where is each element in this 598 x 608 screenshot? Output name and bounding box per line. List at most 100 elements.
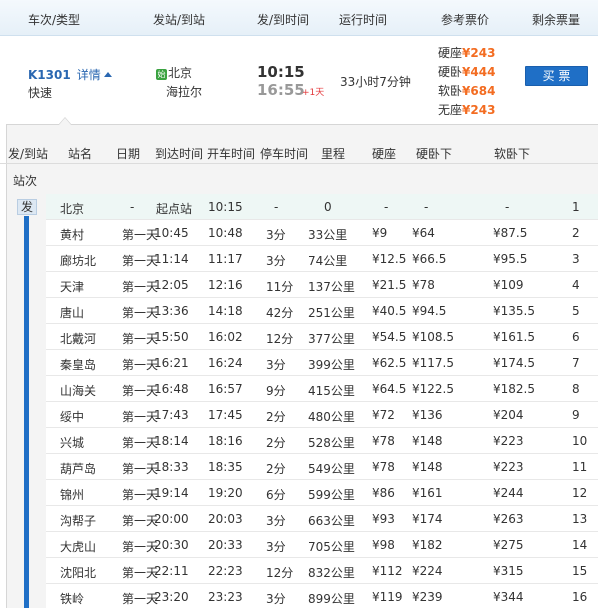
stop-date: 第一天	[122, 384, 159, 398]
to-station: 海拉尔	[166, 85, 203, 99]
detail-link[interactable]: 详情	[77, 68, 101, 82]
stops-header-dep-arr: 发/到站	[8, 147, 49, 161]
soft-sleeper-price: ¥315	[493, 564, 524, 578]
hard-sleeper-price: -	[424, 200, 429, 214]
mileage: 377公里	[308, 332, 355, 346]
stop-duration: 11分	[266, 280, 294, 294]
hard-sleeper-price: ¥94.5	[412, 304, 447, 318]
arrive-time: 17:43	[154, 408, 189, 422]
price-value: ¥444	[462, 65, 496, 79]
arrive-time: 22:11	[154, 564, 189, 578]
depart-time: 20:03	[208, 512, 243, 526]
stop-date: 第一天	[122, 540, 159, 554]
stop-date: 第一天	[122, 592, 159, 606]
hard-seat-price: ¥12.5	[372, 252, 407, 266]
soft-sleeper-price: -	[505, 200, 510, 214]
stop-seq: 14	[572, 538, 588, 552]
arrive-time: 18:33	[154, 460, 189, 474]
stop-seq: 6	[572, 330, 580, 344]
stop-row: 黄村 第一天 10:45 10:48 3分 33公里 ¥9 ¥64 ¥87.5 2	[46, 220, 598, 246]
stop-row: 廊坊北 第一天 11:14 11:17 3分 74公里 ¥12.5 ¥66.5 ¥95.5 3	[46, 246, 598, 272]
stops-header-hard-seat: 硬座	[372, 147, 397, 161]
stop-row: 锦州 第一天 19:14 19:20 6分 599公里 ¥86 ¥161 ¥244 12	[46, 480, 598, 506]
price-label: 软卧	[438, 84, 463, 98]
stop-duration: 3分	[266, 514, 286, 528]
hard-sleeper-price: ¥136	[412, 408, 443, 422]
hard-sleeper-price: ¥224	[412, 564, 443, 578]
soft-sleeper-price: ¥109	[493, 278, 524, 292]
arrive-time: 20:00	[154, 512, 189, 526]
price-label: 硬座	[438, 46, 463, 60]
price-soft-sleeper: 软卧¥684	[438, 82, 495, 99]
stop-duration: 12分	[266, 332, 294, 346]
stop-seq: 12	[572, 486, 588, 500]
train-row: K1301 详情 快速 始北京 海拉尔 10:15 16:55 +1天 33小时7…	[0, 36, 598, 124]
station-name: 锦州	[60, 488, 85, 502]
stops-header-arrive: 到达时间	[155, 147, 204, 161]
depart-time: 16:24	[208, 356, 243, 370]
price-hard-sleeper: 硬卧¥444	[438, 63, 495, 80]
mileage: 549公里	[308, 462, 355, 476]
arrive-time: 11:14	[154, 252, 189, 266]
hard-sleeper-price: ¥117.5	[412, 356, 454, 370]
stop-row: 秦皇岛 第一天 16:21 16:24 3分 399公里 ¥62.5 ¥117.5 ¥174.5…	[46, 350, 598, 376]
hard-sleeper-price: ¥182	[412, 538, 443, 552]
stop-date: -	[130, 200, 135, 214]
from-station: 北京	[168, 66, 193, 80]
stop-row: 沟帮子 第一天 20:00 20:03 3分 663公里 ¥93 ¥174 ¥263 13	[46, 506, 598, 532]
station-name: 兴城	[60, 436, 85, 450]
stop-duration: 3分	[266, 358, 286, 372]
hard-sleeper-price: ¥66.5	[412, 252, 447, 266]
mileage: 705公里	[308, 540, 355, 554]
stop-row: 北戴河 第一天 15:50 16:02 12分 377公里 ¥54.5 ¥108.5 ¥161.…	[46, 324, 598, 350]
stop-date: 第一天	[122, 228, 159, 242]
stop-row: 葫芦岛 第一天 18:33 18:35 2分 549公里 ¥78 ¥148 ¥223 11	[46, 454, 598, 480]
stops-header-station: 站名	[68, 147, 93, 161]
stop-seq: 11	[572, 460, 588, 474]
depart-time: 23:23	[208, 590, 243, 604]
header-train-type: 车次/类型	[28, 13, 81, 27]
train-number[interactable]: K1301	[28, 68, 71, 82]
mileage: 251公里	[308, 306, 355, 320]
soft-sleeper-price: ¥182.5	[493, 382, 535, 396]
mileage: 415公里	[308, 384, 355, 398]
buy-ticket-button[interactable]: 买 票	[525, 66, 588, 86]
stop-seq: 10	[572, 434, 588, 448]
arrive-time: 23:20	[154, 590, 189, 604]
stop-date: 第一天	[122, 488, 159, 502]
stop-seq: 1	[572, 200, 580, 214]
hard-sleeper-price: ¥64	[412, 226, 435, 240]
hard-seat-price: ¥64.5	[372, 382, 407, 396]
hard-sleeper-price: ¥122.5	[412, 382, 454, 396]
price-hard-seat: 硬座¥243	[438, 44, 495, 61]
train-number-cell: K1301 详情	[28, 66, 112, 83]
stop-row: 铁岭 第一天 23:20 23:23 3分 899公里 ¥119 ¥239 ¥344 16	[46, 584, 598, 608]
station-name: 山海关	[60, 384, 97, 398]
start-station-icon: 始	[156, 69, 167, 80]
stop-date: 第一天	[122, 358, 159, 372]
stop-date: 第一天	[122, 514, 159, 528]
price-value: ¥243	[462, 103, 496, 117]
soft-sleeper-price: ¥223	[493, 434, 524, 448]
stop-seq-label: 站次	[13, 174, 38, 188]
hard-seat-price: ¥21.5	[372, 278, 407, 292]
depart-time: 16:02	[208, 330, 243, 344]
soft-sleeper-price: ¥263	[493, 512, 524, 526]
chevron-up-icon[interactable]	[103, 72, 112, 77]
stop-row: 北京 - 起点站 10:15 - 0 - - - 1	[46, 194, 598, 220]
stop-duration: 3分	[266, 228, 286, 242]
arrive-time: 16:21	[154, 356, 189, 370]
stop-date: 第一天	[122, 306, 159, 320]
station-name: 北京	[60, 202, 85, 216]
price-value: ¥243	[462, 46, 496, 60]
stop-row: 山海关 第一天 16:48 16:57 9分 415公里 ¥64.5 ¥122.5 ¥182.5…	[46, 376, 598, 402]
arrive-time: 15:50	[154, 330, 189, 344]
stops-header-stop: 停车时间	[260, 147, 309, 161]
arrive-time: 18:14	[154, 434, 189, 448]
soft-sleeper-price: ¥174.5	[493, 356, 535, 370]
depart-time: 16:57	[208, 382, 243, 396]
depart-time: 10:48	[208, 226, 243, 240]
stop-seq: 9	[572, 408, 580, 422]
price-label: 硬卧	[438, 65, 463, 79]
duration: 33小时7分钟	[340, 75, 411, 89]
